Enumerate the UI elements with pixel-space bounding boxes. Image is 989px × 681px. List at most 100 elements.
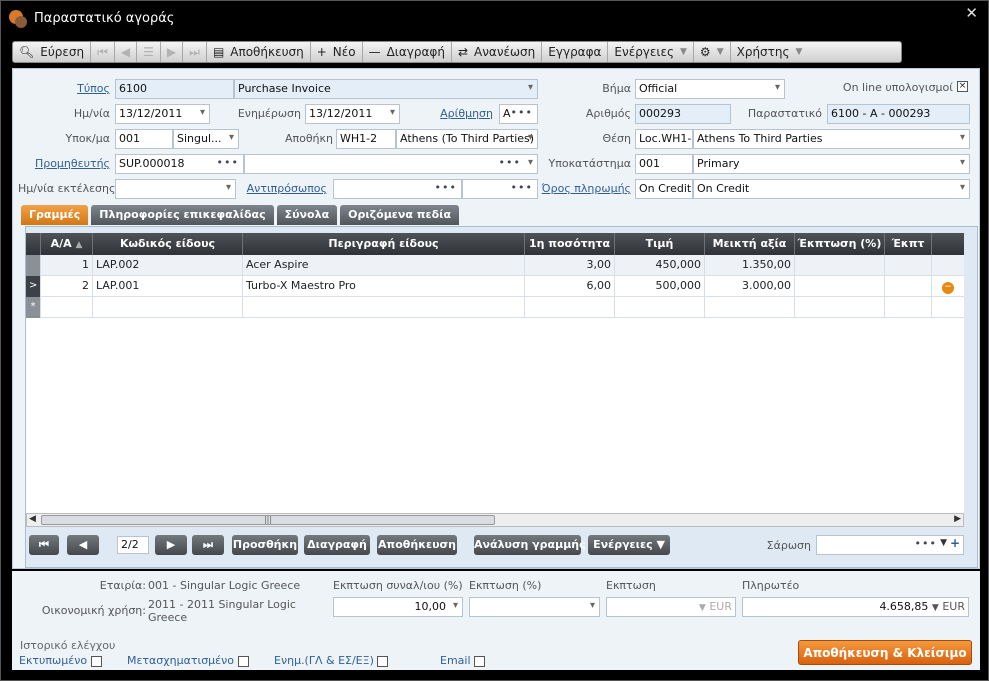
cell-no[interactable]: [41, 297, 93, 318]
add-line-button[interactable]: Προσθήκη: [232, 535, 298, 555]
col-header-desc[interactable]: Περιγραφή είδους: [243, 233, 525, 255]
prev-record-button[interactable]: ◀: [115, 42, 138, 62]
more-icon[interactable]: •••: [217, 156, 239, 169]
col-header-price[interactable]: Τιμή: [615, 233, 705, 255]
cell-discount-pct[interactable]: [795, 276, 885, 297]
scroll-left-icon[interactable]: ◀: [29, 514, 36, 524]
cell-price[interactable]: 500,000: [615, 276, 705, 297]
search-button[interactable]: 🔍︎ Εύρεση: [13, 42, 92, 62]
update-date-field[interactable]: 13/12/2011: [305, 104, 400, 124]
page-field[interactable]: 2/2: [117, 536, 149, 554]
store-name-field[interactable]: Primary: [693, 154, 970, 174]
table-row[interactable]: > 2 LAP.001 Turbo-X Maestro Pro 6,00 500…: [26, 276, 964, 297]
more-icon[interactable]: •••: [435, 181, 457, 194]
new-row-icon[interactable]: *: [26, 297, 41, 318]
cell-gross[interactable]: 1.350,00: [705, 255, 795, 276]
payment-code-field[interactable]: On Credit: [635, 179, 693, 199]
online-calc-checkbox[interactable]: ×: [957, 81, 968, 92]
next-page-button[interactable]: ▶: [155, 535, 187, 555]
cell-discount[interactable]: [885, 255, 932, 276]
date-field[interactable]: 13/12/2011: [115, 104, 210, 124]
type-label[interactable]: Τύπος: [18, 82, 110, 95]
delete-button[interactable]: — Διαγραφή: [363, 42, 452, 62]
scan-field[interactable]: ••• ▼ +: [816, 535, 964, 555]
more-icon[interactable]: •••: [511, 106, 533, 119]
first-page-button[interactable]: ⏮: [29, 535, 59, 555]
cell-desc[interactable]: [243, 297, 525, 318]
documents-button[interactable]: Εγγραφα: [542, 42, 609, 62]
save-and-close-button[interactable]: Αποθήκευση & Κλείσιμο: [798, 640, 972, 665]
next-record-button[interactable]: ▶: [161, 42, 184, 62]
cell-no[interactable]: 2: [41, 276, 93, 297]
warehouse-name-field[interactable]: Athens (To Third Parties): [396, 129, 538, 149]
store-code-field[interactable]: 001: [635, 154, 693, 174]
more-icon[interactable]: •••: [915, 537, 937, 550]
location-code-field[interactable]: Loc.WH1-1: [635, 129, 693, 149]
save-line-button[interactable]: Αποθήκευση: [377, 535, 457, 555]
close-icon[interactable]: ✕: [965, 4, 978, 22]
cell-discount[interactable]: [885, 276, 932, 297]
cell-gross[interactable]: 3.000,00: [705, 276, 795, 297]
remove-row-icon[interactable]: −: [942, 282, 954, 294]
line-actions-menu[interactable]: Ενέργειες ▼: [588, 535, 670, 555]
line-analysis-button[interactable]: Ανάλυση γραμμής: [474, 535, 586, 555]
printed-checkbox[interactable]: [90, 655, 102, 667]
step-select[interactable]: Official: [635, 79, 785, 99]
scroll-right-icon[interactable]: ▶: [954, 514, 961, 524]
col-header-gross[interactable]: Μεικτή αξία: [705, 233, 795, 255]
col-header-no[interactable]: Α/Α ▲: [41, 233, 93, 255]
type-name-field[interactable]: Purchase Invoice: [234, 79, 538, 99]
new-button[interactable]: + Νέο: [311, 42, 363, 62]
cell-qty[interactable]: 6,00: [525, 276, 615, 297]
cell-code[interactable]: LAP.002: [93, 255, 243, 276]
tab-header-info[interactable]: Πληροφορίες επικεφαλίδας: [91, 205, 274, 225]
type-code-field[interactable]: 6100: [115, 79, 234, 99]
current-row-icon[interactable]: >: [26, 276, 41, 297]
cell-price[interactable]: 450,000: [615, 255, 705, 276]
transformed-checkbox[interactable]: [237, 655, 249, 667]
supplier-name-field[interactable]: •••: [244, 154, 538, 174]
exec-date-field[interactable]: [115, 179, 236, 199]
cell-code[interactable]: [93, 297, 243, 318]
horizontal-scrollbar[interactable]: ◀ ||| ▶: [26, 513, 964, 527]
cell-code[interactable]: LAP.001: [93, 276, 243, 297]
tab-totals[interactable]: Σύνολα: [276, 205, 338, 225]
supplier-label[interactable]: Προμηθευτής: [18, 157, 110, 170]
cell-desc[interactable]: Acer Aspire: [243, 255, 525, 276]
representative-code-field[interactable]: •••: [333, 179, 462, 199]
payment-name-field[interactable]: On Credit: [693, 179, 970, 199]
cell-qty[interactable]: [525, 297, 615, 318]
cell-qty[interactable]: 3,00: [525, 255, 615, 276]
branch-name-field[interactable]: Singul...: [173, 129, 239, 149]
col-header-discount-pct[interactable]: Έκπτωση (%): [795, 233, 885, 255]
actions-menu[interactable]: Ενέργειες ▼: [608, 42, 694, 62]
last-page-button[interactable]: ⏭: [192, 535, 224, 555]
more-icon[interactable]: •••: [511, 181, 533, 194]
save-button[interactable]: ▤ Αποθήκευση: [207, 42, 311, 62]
remove-row-cell[interactable]: −: [932, 276, 964, 297]
cell-discount-pct[interactable]: [795, 255, 885, 276]
payment-terms-label[interactable]: Όρος πληρωμής: [533, 182, 631, 195]
trans-discount-field[interactable]: 10,00: [333, 597, 463, 617]
cell-desc[interactable]: Turbo-X Maestro Pro: [243, 276, 525, 297]
numbering-field[interactable]: A •••: [499, 104, 538, 124]
col-header-code[interactable]: Κωδικός είδους: [93, 233, 243, 255]
email-checkbox[interactable]: [474, 655, 486, 667]
delete-line-button[interactable]: Διαγραφή: [304, 535, 370, 555]
cell-discount-pct[interactable]: [795, 297, 885, 318]
first-record-button[interactable]: ⏮: [91, 42, 115, 62]
list-record-button[interactable]: ☰: [137, 42, 161, 62]
payable-field[interactable]: 4.658,85 ▼ EUR: [742, 597, 969, 617]
representative-label[interactable]: Αντιπρόσωπος: [243, 182, 327, 195]
discount-field[interactable]: ▼ EUR: [606, 597, 736, 617]
col-header-qty[interactable]: 1η ποσότητα: [525, 233, 615, 255]
cell-discount[interactable]: [885, 297, 932, 318]
add-icon[interactable]: +: [950, 536, 960, 550]
prev-page-button[interactable]: ◀: [67, 535, 99, 555]
tab-lines[interactable]: Γραμμές: [21, 205, 89, 225]
new-row[interactable]: *: [26, 297, 964, 318]
users-menu[interactable]: Χρήστης ▼: [731, 42, 809, 62]
tab-custom-fields[interactable]: Οριζόμενα πεδία: [340, 205, 460, 225]
more-icon[interactable]: •••: [499, 156, 521, 169]
settings-menu[interactable]: ⚙ ▼: [694, 42, 731, 62]
